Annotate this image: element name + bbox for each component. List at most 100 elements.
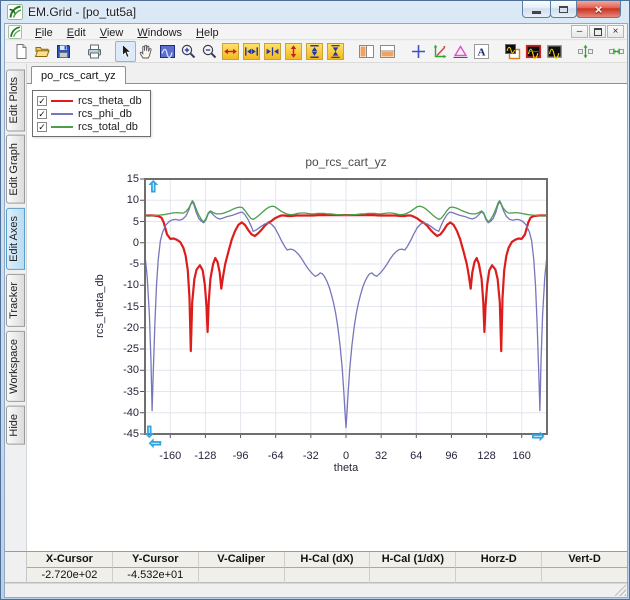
select-arrow-icon[interactable] xyxy=(115,41,136,62)
legend-row[interactable]: ✓ rcs_phi_db xyxy=(37,107,142,120)
x-tick-label: 160 xyxy=(502,450,542,462)
expand-x-icon[interactable] xyxy=(220,41,241,62)
sidebar-item-edit-plots[interactable]: Edit Plots xyxy=(6,69,25,131)
app-icon xyxy=(7,4,23,20)
title-bar[interactable]: EM.Grid - [po_tut5a] × xyxy=(1,1,629,23)
graph-style-black-icon[interactable] xyxy=(544,41,565,62)
y-tick-label: -20 xyxy=(97,322,139,334)
menu-item-windows[interactable]: Windows xyxy=(130,26,189,40)
legend-row[interactable]: ✓ rcs_total_db xyxy=(37,120,142,133)
legend-label: rcs_phi_db xyxy=(78,108,132,120)
legend-checkbox-icon[interactable]: ✓ xyxy=(37,122,47,132)
x-tick-label: 96 xyxy=(431,450,471,462)
x-axis-label: theta xyxy=(246,462,446,474)
legend-line-sample xyxy=(51,126,73,128)
minimize-button[interactable] xyxy=(522,1,551,18)
maximize-icon xyxy=(559,6,568,13)
mdi-close-button[interactable]: × xyxy=(607,25,624,38)
new-document-icon[interactable] xyxy=(11,41,32,62)
menu-item-edit[interactable]: Edit xyxy=(60,26,93,40)
table-header-cell: X-Cursor xyxy=(27,552,112,568)
x-tick-label: 32 xyxy=(361,450,401,462)
axes-tool-icon[interactable] xyxy=(429,41,450,62)
expand-y-icon[interactable] xyxy=(283,41,304,62)
y-tick-label: -25 xyxy=(97,343,139,355)
y-tick-label: 5 xyxy=(97,216,139,228)
tab-po-rcs-cart-yz[interactable]: po_rcs_cart_yz xyxy=(31,66,126,85)
table-header-cell: V-Caliper xyxy=(198,552,284,568)
table-value-cell xyxy=(455,568,541,584)
menu-item-file[interactable]: File xyxy=(28,26,60,40)
print-icon[interactable] xyxy=(84,41,105,62)
window-title: EM.Grid - [po_tut5a] xyxy=(28,5,136,19)
y-tick-label: 15 xyxy=(97,173,139,185)
client-area: FileEditViewWindowsHelp – × ALayout Edit… xyxy=(4,23,628,598)
legend-checkbox-icon[interactable]: ✓ xyxy=(37,96,47,106)
legend-label: rcs_theta_db xyxy=(78,95,142,107)
legend-checkbox-icon[interactable]: ✓ xyxy=(37,109,47,119)
shrink-x-icon[interactable] xyxy=(262,41,283,62)
close-button[interactable]: × xyxy=(576,1,621,18)
table-value-cell xyxy=(284,568,370,584)
axis-cursor-left-icon[interactable]: ⇦ xyxy=(149,436,162,451)
table-header-cell: H-Cal (dX) xyxy=(284,552,370,568)
menu-item-help[interactable]: Help xyxy=(189,26,226,40)
zoom-out-icon[interactable] xyxy=(199,41,220,62)
x-tick-label: 128 xyxy=(467,450,507,462)
sidebar-item-hide[interactable]: Hide xyxy=(6,406,25,445)
y-tick-label: 0 xyxy=(97,237,139,249)
mdi-minimize-button[interactable]: – xyxy=(571,25,588,38)
pan-hand-icon[interactable] xyxy=(136,41,157,62)
menu-item-view[interactable]: View xyxy=(93,26,131,40)
save-icon[interactable] xyxy=(53,41,74,62)
text-tool-icon[interactable]: A xyxy=(471,41,492,62)
legend-label: rcs_total_db xyxy=(78,121,138,133)
sidebar-item-tracker[interactable]: Tracker xyxy=(6,274,25,327)
zoom-window-icon[interactable] xyxy=(157,41,178,62)
x-tick-label: -128 xyxy=(185,450,225,462)
mdi-restore-button[interactable] xyxy=(589,25,606,38)
split-vertical-icon[interactable] xyxy=(356,41,377,62)
sidebar-item-workspace[interactable]: Workspace xyxy=(6,331,25,402)
y-tick-label: -40 xyxy=(97,407,139,419)
y-tick-label: -10 xyxy=(97,279,139,291)
legend-row[interactable]: ✓ rcs_theta_db xyxy=(37,94,142,107)
sidebar-item-edit-graph[interactable]: Edit Graph xyxy=(6,135,25,204)
axis-cursor-right-icon[interactable]: ⇨ xyxy=(532,429,545,444)
copy-graph-icon[interactable] xyxy=(502,41,523,62)
legend: ✓ rcs_theta_db ✓ rcs_phi_db ✓ rcs_total_db xyxy=(32,90,151,137)
mdi-minimize-icon: – xyxy=(577,26,583,37)
align-horizontal-icon[interactable] xyxy=(606,41,627,62)
chart-plot-area[interactable] xyxy=(133,177,559,444)
cursor-readout-table: X-CursorY-CursorV-CaliperH-Cal (dX)H-Cal… xyxy=(5,551,627,583)
y-tick-label: -30 xyxy=(97,364,139,376)
svg-text:A: A xyxy=(478,47,486,59)
table-header-cell: Y-Cursor xyxy=(112,552,198,568)
x-tick-label: 0 xyxy=(326,450,366,462)
plot-canvas[interactable]: po_rcs_cart_yz rcs_theta_db theta ✓ rcs_t… xyxy=(27,84,627,551)
axis-cursor-up-icon[interactable]: ⇧ xyxy=(147,180,160,195)
split-horizontal-icon[interactable] xyxy=(377,41,398,62)
shrink-y-icon[interactable] xyxy=(325,41,346,62)
align-vertical-icon[interactable] xyxy=(575,41,596,62)
table-value-cell xyxy=(198,568,284,584)
spread-y-icon[interactable] xyxy=(304,41,325,62)
crosshair-icon[interactable] xyxy=(408,41,429,62)
app-window: EM.Grid - [po_tut5a] × FileEditViewWindo… xyxy=(0,0,630,600)
maximize-button[interactable] xyxy=(550,1,577,18)
zoom-in-icon[interactable] xyxy=(178,41,199,62)
minimize-icon xyxy=(532,11,541,14)
sidebar-item-edit-axes[interactable]: Edit Axes xyxy=(6,208,25,270)
chart-title: po_rcs_cart_yz xyxy=(146,155,546,169)
graph-style-red-icon[interactable] xyxy=(523,41,544,62)
table-header-cell: Vert-D xyxy=(541,552,627,568)
open-folder-icon[interactable] xyxy=(32,41,53,62)
table-value-cell xyxy=(541,568,627,584)
caliper-triangle-icon[interactable] xyxy=(450,41,471,62)
spread-x-icon[interactable] xyxy=(241,41,262,62)
mdi-close-icon: × xyxy=(613,26,619,37)
resize-grip[interactable] xyxy=(614,584,626,596)
tab-row: po_rcs_cart_yz xyxy=(27,64,627,84)
y-tick-label: -15 xyxy=(97,301,139,313)
x-tick-label: -96 xyxy=(221,450,261,462)
